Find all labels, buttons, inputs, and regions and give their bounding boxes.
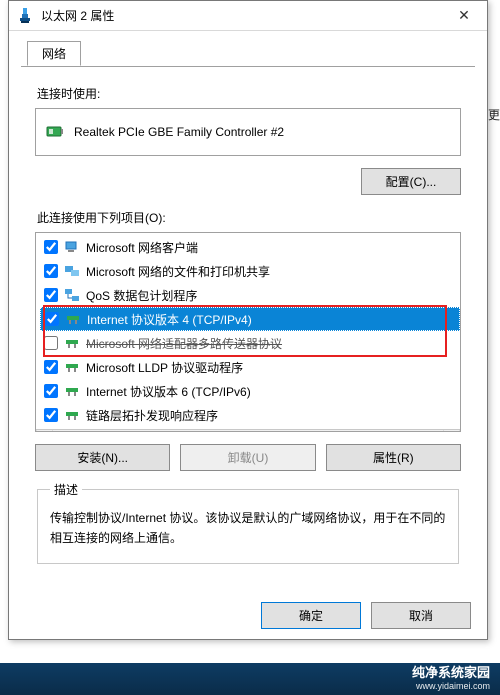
watermark-url: www.yidaimei.com <box>416 681 490 691</box>
list-item[interactable]: Microsoft 网络客户端 <box>40 235 460 259</box>
description-group: 描述 传输控制协议/Internet 协议。该协议是默认的广域网络协议，用于在不… <box>37 481 459 564</box>
window-icon <box>17 8 33 24</box>
close-button[interactable]: ✕ <box>441 1 487 31</box>
cancel-button[interactable]: 取消 <box>371 602 471 629</box>
uninstall-button: 卸载(U) <box>180 444 315 471</box>
share-icon <box>64 263 80 279</box>
item-checkbox[interactable] <box>44 384 58 398</box>
properties-dialog: 以太网 2 属性 ✕ 网络 连接时使用: Realtek PCIe GBE Fa… <box>8 0 488 640</box>
list-item[interactable]: 链路层拓扑发现响应程序 <box>40 403 460 427</box>
list-item[interactable]: Microsoft LLDP 协议驱动程序 <box>40 355 460 379</box>
connection-items-list[interactable]: Microsoft 网络客户端 Microsoft 网络的文件和打印机共享 QoS … <box>35 232 461 432</box>
item-checkbox[interactable] <box>44 336 58 350</box>
proto-icon <box>64 359 80 375</box>
window-title: 以太网 2 属性 <box>41 7 441 24</box>
item-checkbox[interactable] <box>44 288 58 302</box>
item-checkbox[interactable] <box>44 264 58 278</box>
item-checkbox[interactable] <box>44 360 58 374</box>
item-checkbox[interactable] <box>45 312 59 326</box>
item-properties-button[interactable]: 属性(R) <box>326 444 461 471</box>
item-checkbox[interactable] <box>44 408 58 422</box>
scroll-right-icon[interactable]: ► <box>443 430 460 432</box>
dialog-buttons: 确定 取消 <box>261 602 471 629</box>
items-label: 此连接使用下列项目(O): <box>37 209 461 226</box>
install-button[interactable]: 安装(N)... <box>35 444 170 471</box>
scroll-left-icon[interactable]: ◄ <box>36 430 53 432</box>
configure-button[interactable]: 配置(C)... <box>361 168 461 195</box>
item-checkbox[interactable] <box>44 240 58 254</box>
list-item[interactable]: Internet 协议版本 6 (TCP/IPv6) <box>40 379 460 403</box>
item-label: 链路层拓扑发现响应程序 <box>86 407 218 424</box>
watermark: 纯净系统家园 www.yidaimei.com <box>412 666 490 691</box>
item-label: Microsoft LLDP 协议驱动程序 <box>86 359 243 376</box>
qos-icon <box>64 287 80 303</box>
list-item[interactable]: Microsoft 网络适配器多路传送器协议 <box>40 331 460 355</box>
list-item[interactable]: Internet 协议版本 4 (TCP/IPv4) <box>40 307 460 331</box>
item-label: Internet 协议版本 6 (TCP/IPv6) <box>86 383 251 400</box>
tab-strip: 网络 <box>21 41 475 67</box>
client-icon <box>64 239 80 255</box>
description-legend: 描述 <box>50 481 82 498</box>
list-item[interactable]: QoS 数据包计划程序 <box>40 283 460 307</box>
nic-icon <box>46 123 64 141</box>
watermark-title: 纯净系统家园 <box>412 666 490 681</box>
item-label: QoS 数据包计划程序 <box>86 287 197 304</box>
titlebar[interactable]: 以太网 2 属性 ✕ <box>9 1 487 31</box>
item-label: Microsoft 网络适配器多路传送器协议 <box>86 335 282 352</box>
scroll-thumb[interactable] <box>53 431 307 432</box>
taskbar: 纯净系统家园 www.yidaimei.com <box>0 663 500 695</box>
description-text: 传输控制协议/Internet 协议。该协议是默认的广域网络协议，用于在不同的相… <box>50 508 446 549</box>
ok-button[interactable]: 确定 <box>261 602 361 629</box>
proto-icon <box>64 383 80 399</box>
connect-using-label: 连接时使用: <box>37 85 461 102</box>
proto-icon <box>64 407 80 423</box>
adapter-name: Realtek PCIe GBE Family Controller #2 <box>74 125 284 139</box>
tab-panel: 连接时使用: Realtek PCIe GBE Family Controlle… <box>21 67 475 574</box>
item-label: Internet 协议版本 4 (TCP/IPv4) <box>87 311 252 328</box>
list-item[interactable]: Microsoft 网络的文件和打印机共享 <box>40 259 460 283</box>
proto-icon <box>64 335 80 351</box>
horizontal-scrollbar[interactable]: ◄ ► <box>36 429 460 432</box>
tab-network[interactable]: 网络 <box>27 41 81 66</box>
adapter-box: Realtek PCIe GBE Family Controller #2 <box>35 108 461 156</box>
item-label: Microsoft 网络的文件和打印机共享 <box>86 263 270 280</box>
cropped-background-text: 更 <box>488 106 500 123</box>
item-label: Microsoft 网络客户端 <box>86 239 198 256</box>
proto-icon <box>65 311 81 327</box>
